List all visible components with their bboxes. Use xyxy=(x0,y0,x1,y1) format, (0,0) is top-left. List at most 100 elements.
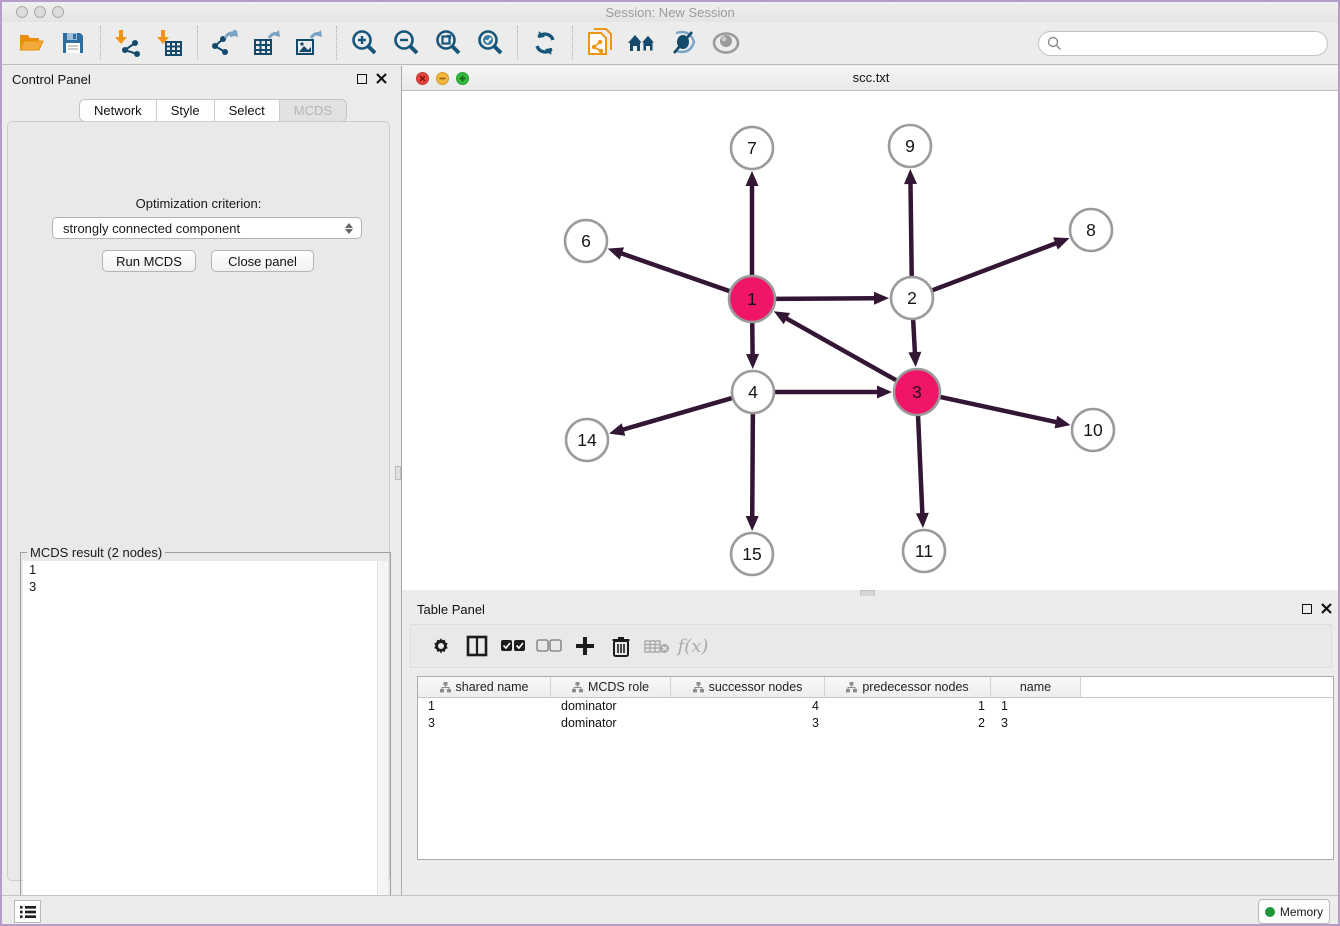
tab-network[interactable]: Network xyxy=(80,100,157,121)
graph-edge-arrowhead xyxy=(908,352,921,367)
tab-style[interactable]: Style xyxy=(157,100,215,121)
export-table-icon[interactable] xyxy=(250,26,284,60)
zoom-selected-icon[interactable] xyxy=(473,26,507,60)
table-header[interactable]: shared nameMCDS rolesuccessor nodesprede… xyxy=(418,677,1333,698)
graph-edge-arrowhead xyxy=(916,513,929,528)
graph-node-label: 6 xyxy=(581,231,591,251)
table-cell[interactable]: 3 xyxy=(671,716,825,730)
graph-edge-2-9[interactable] xyxy=(910,182,911,277)
table-cell[interactable]: 2 xyxy=(825,716,991,730)
save-session-icon[interactable] xyxy=(56,26,90,60)
table-cell[interactable]: dominator xyxy=(551,716,671,730)
hide-style-icon[interactable] xyxy=(667,26,701,60)
network-graph[interactable]: 7968124314101511 xyxy=(402,91,1340,590)
graph-node-label: 7 xyxy=(747,138,757,158)
float-table-panel-icon[interactable] xyxy=(1302,604,1312,614)
table-cell[interactable]: 3 xyxy=(991,716,1081,730)
close-panel-button[interactable]: Close panel xyxy=(211,250,314,272)
memory-status-icon xyxy=(1265,907,1275,917)
graph-edge-1-6[interactable] xyxy=(620,253,730,292)
graph-edge-2-3[interactable] xyxy=(913,319,915,354)
criterion-dropdown[interactable]: strongly connected component xyxy=(52,217,362,239)
network-window-titlebar[interactable]: scc.txt xyxy=(402,66,1340,91)
tab-select[interactable]: Select xyxy=(215,100,280,121)
graph-edge-3-11[interactable] xyxy=(918,415,922,515)
memory-button[interactable]: Memory xyxy=(1258,899,1330,924)
export-image-icon[interactable] xyxy=(292,26,326,60)
splitter-handle[interactable] xyxy=(395,466,401,480)
table-cell[interactable]: 3 xyxy=(418,716,551,730)
network-canvas[interactable]: 7968124314101511 xyxy=(402,91,1340,590)
column-header-shared-name[interactable]: shared name xyxy=(418,677,551,697)
task-history-button[interactable] xyxy=(14,900,41,923)
graph-edge-2-8[interactable] xyxy=(932,243,1058,291)
clone-network-icon[interactable] xyxy=(583,26,617,60)
export-network-icon[interactable] xyxy=(208,26,242,60)
search-input[interactable] xyxy=(1062,36,1327,51)
column-header-predecessor-nodes[interactable]: predecessor nodes xyxy=(825,677,991,697)
graph-node-label: 8 xyxy=(1086,220,1096,240)
delete-column-icon[interactable] xyxy=(603,628,639,664)
mcds-result-list[interactable]: 13 xyxy=(23,561,388,926)
table-row[interactable]: 1dominator411 xyxy=(418,698,1333,715)
column-type-icon xyxy=(846,682,857,693)
graph-edge-4-14[interactable] xyxy=(622,398,733,430)
zoom-fit-icon[interactable] xyxy=(431,26,465,60)
mcds-panel: Optimization criterion: strongly connect… xyxy=(7,121,390,881)
graph-node-label: 15 xyxy=(742,544,761,564)
column-header-name[interactable]: name xyxy=(991,677,1081,697)
column-type-icon xyxy=(440,682,451,693)
zoom-out-icon[interactable] xyxy=(389,26,423,60)
mcds-result-line: 1 xyxy=(23,561,388,578)
delete-table-icon xyxy=(639,628,675,664)
table-cell[interactable]: 4 xyxy=(671,699,825,713)
tab-mcds[interactable]: MCDS xyxy=(280,100,346,121)
mcds-result-title: MCDS result (2 nodes) xyxy=(27,545,165,560)
session-title: Session: New Session xyxy=(2,5,1338,20)
home-layout-icon[interactable] xyxy=(625,26,659,60)
open-session-icon[interactable] xyxy=(14,26,48,60)
scrollbar-track[interactable] xyxy=(377,561,388,926)
column-header-successor-nodes[interactable]: successor nodes xyxy=(671,677,825,697)
table-panel-title: Table Panel xyxy=(417,602,485,617)
main-toolbar xyxy=(2,22,1338,65)
table-cell[interactable]: 1 xyxy=(991,699,1081,713)
column-type-icon xyxy=(693,682,704,693)
column-type-icon xyxy=(572,682,583,693)
graph-edge-arrowhead xyxy=(746,354,759,369)
add-column-icon[interactable] xyxy=(567,628,603,664)
show-graphics-details-icon[interactable] xyxy=(709,26,743,60)
graph-edge-4-15[interactable] xyxy=(752,413,753,518)
table-settings-icon[interactable] xyxy=(423,628,459,664)
deselect-all-icon[interactable] xyxy=(531,628,567,664)
toolbar-separator xyxy=(517,26,518,60)
graph-edge-3-1[interactable] xyxy=(785,318,897,381)
mcds-result-line: 3 xyxy=(23,578,388,595)
float-panel-icon[interactable] xyxy=(357,74,367,84)
graph-node-label: 3 xyxy=(912,382,922,402)
refresh-layout-icon[interactable] xyxy=(528,26,562,60)
close-panel-icon[interactable] xyxy=(376,73,387,84)
node-table[interactable]: shared nameMCDS rolesuccessor nodesprede… xyxy=(417,676,1334,860)
table-cell[interactable]: 1 xyxy=(825,699,991,713)
select-all-icon[interactable] xyxy=(495,628,531,664)
table-cell[interactable]: dominator xyxy=(551,699,671,713)
select-columns-icon[interactable] xyxy=(459,628,495,664)
close-table-panel-icon[interactable] xyxy=(1321,603,1332,614)
search-box[interactable] xyxy=(1038,31,1328,56)
column-header-MCDS-role[interactable]: MCDS role xyxy=(551,677,671,697)
table-row[interactable]: 3dominator323 xyxy=(418,715,1333,732)
table-body[interactable]: 1dominator4113dominator323 xyxy=(418,698,1333,731)
graph-edge-3-10[interactable] xyxy=(939,397,1057,423)
import-network-icon[interactable] xyxy=(111,26,145,60)
table-cell[interactable]: 1 xyxy=(418,699,551,713)
control-panel-title: Control Panel xyxy=(12,72,91,87)
import-table-icon[interactable] xyxy=(153,26,187,60)
zoom-in-icon[interactable] xyxy=(347,26,381,60)
graph-node-label: 11 xyxy=(915,541,933,561)
vertical-splitter[interactable] xyxy=(395,66,402,895)
graph-edge-1-2[interactable] xyxy=(775,298,876,299)
control-panel-tabs: NetworkStyleSelectMCDS xyxy=(79,99,347,122)
run-mcds-button[interactable]: Run MCDS xyxy=(102,250,196,272)
graph-edge-arrowhead xyxy=(877,386,892,399)
